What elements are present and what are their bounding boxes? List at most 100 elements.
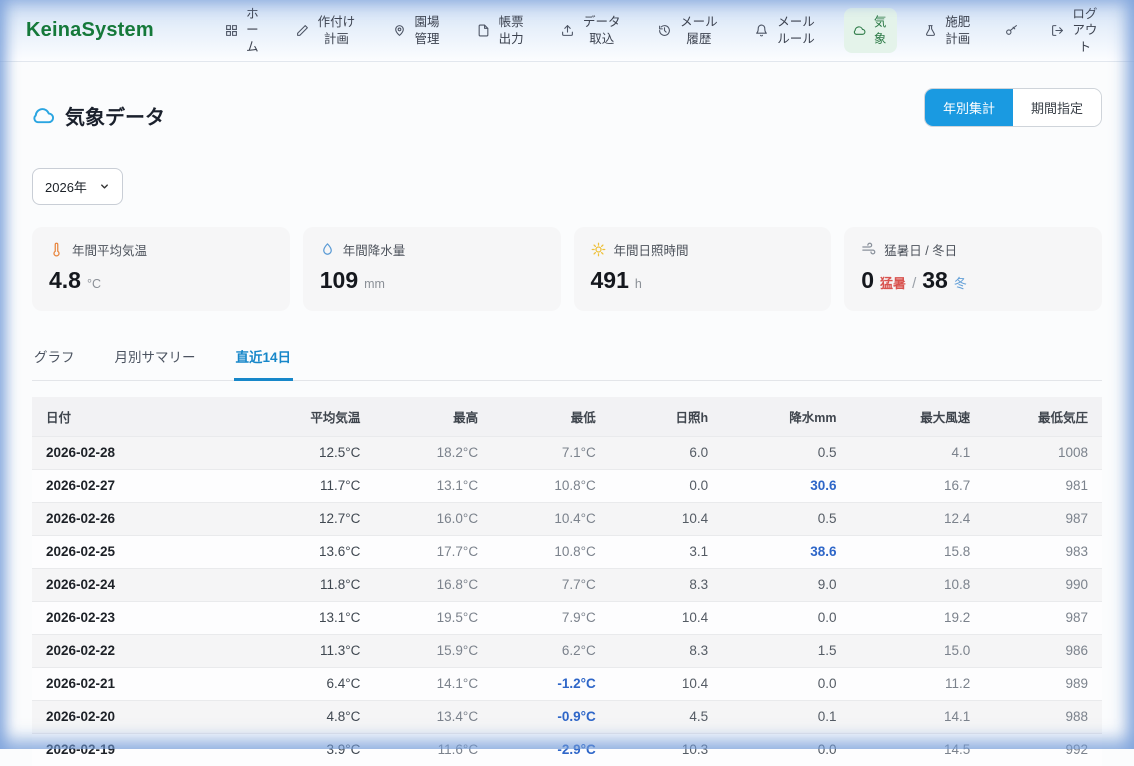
min-temp-cell: 10.8°C <box>492 469 610 502</box>
table-row: 2026-02-22 11.3°C 15.9°C 6.2°C 8.3 1.5 1… <box>32 634 1102 667</box>
avg-temp-cell: 3.9°C <box>246 733 374 766</box>
table-row: 2026-02-23 13.1°C 19.5°C 7.9°C 10.4 0.0 … <box>32 601 1102 634</box>
card-sunshine: 年間日照時間 491 h <box>574 227 832 311</box>
nav-item-planting-plan[interactable]: 作付け計画 <box>287 8 366 53</box>
year-select[interactable]: 2026年 <box>32 168 123 205</box>
precipitation-cell: 0.5 <box>722 436 850 469</box>
precipitation-cell: 38.6 <box>722 535 850 568</box>
card-label-text: 年間降水量 <box>343 240 406 259</box>
key-icon <box>1005 24 1018 37</box>
min-pressure-cell: 981 <box>984 469 1102 502</box>
table-row: 2026-02-24 11.8°C 16.8°C 7.7°C 8.3 9.0 1… <box>32 568 1102 601</box>
logout-icon <box>1051 24 1064 37</box>
avg-temp-cell: 12.5°C <box>246 436 374 469</box>
max-wind-cell: 16.7 <box>851 469 985 502</box>
sunshine-cell: 8.3 <box>610 634 722 667</box>
min-temp-cell: -1.2°C <box>492 667 610 700</box>
min-temp-cell: 6.2°C <box>492 634 610 667</box>
tab-monthly-summary[interactable]: 月別サマリー <box>113 338 198 381</box>
nav-item-label: ホーム <box>245 6 260 55</box>
precipitation-cell: 0.0 <box>722 601 850 634</box>
card-value-unit: °C <box>87 277 101 291</box>
nav-item-home[interactable]: ホーム <box>216 0 269 61</box>
max-temp-cell: 19.5°C <box>374 601 492 634</box>
yearly-summary-button[interactable]: 年別集計 <box>925 89 1013 126</box>
nav-item-logout[interactable]: ログアウト <box>1042 0 1108 61</box>
brand-logo[interactable]: KeinaSystem <box>26 19 154 42</box>
nav-item-label: 作付け計画 <box>316 14 357 47</box>
period-select-button[interactable]: 期間指定 <box>1013 89 1101 126</box>
max-temp-cell: 16.0°C <box>374 502 492 535</box>
col-min-pressure: 最低気圧 <box>984 397 1102 437</box>
nav-item-mail-history[interactable]: メール履歴 <box>649 8 728 53</box>
table-row: 2026-02-21 6.4°C 14.1°C -1.2°C 10.4 0.0 … <box>32 667 1102 700</box>
min-pressure-cell: 989 <box>984 667 1102 700</box>
max-wind-cell: 14.1 <box>851 700 985 733</box>
card-precipitation: 年間降水量 109 mm <box>303 227 561 311</box>
card-value: 4.8 °C <box>49 267 273 294</box>
precipitation-cell: 0.1 <box>722 700 850 733</box>
date-cell: 2026-02-25 <box>32 535 246 568</box>
date-cell: 2026-02-19 <box>32 733 246 766</box>
nav-item-report-output[interactable]: 帳票出力 <box>468 8 534 53</box>
min-temp-cell: 10.4°C <box>492 502 610 535</box>
nav-item-field-management[interactable]: 園場管理 <box>384 8 450 53</box>
upload-icon <box>561 24 574 37</box>
sunshine-cell: 10.4 <box>610 667 722 700</box>
nav-item-data-import[interactable]: データ取込 <box>552 8 631 53</box>
card-extreme-days: 猛暑日 / 冬日 0 猛暑 / 38 冬 <box>844 227 1102 311</box>
tab-last-14-days[interactable]: 直近14日 <box>234 338 294 381</box>
precipitation-cell: 0.0 <box>722 667 850 700</box>
avg-temp-cell: 11.7°C <box>246 469 374 502</box>
table-row: 2026-02-27 11.7°C 13.1°C 10.8°C 0.0 30.6… <box>32 469 1102 502</box>
nav-item-label: ログアウト <box>1071 6 1099 55</box>
card-value-number: 109 <box>320 267 358 294</box>
chevron-down-icon <box>99 181 110 192</box>
droplet-icon <box>320 242 335 257</box>
avg-temp-cell: 6.4°C <box>246 667 374 700</box>
sunshine-cell: 8.3 <box>610 568 722 601</box>
card-value-unit: h <box>635 277 642 291</box>
col-sunshine: 日照h <box>610 397 722 437</box>
avg-temp-cell: 13.1°C <box>246 601 374 634</box>
main-nav: ホーム 作付け計画 園場管理 帳票出力 データ取込 <box>216 0 1108 61</box>
min-pressure-cell: 992 <box>984 733 1102 766</box>
grid-icon <box>225 24 238 37</box>
date-cell: 2026-02-22 <box>32 634 246 667</box>
thermometer-icon <box>49 242 64 257</box>
nav-item-weather[interactable]: 気象 <box>844 8 897 53</box>
sunshine-cell: 0.0 <box>610 469 722 502</box>
min-pressure-cell: 990 <box>984 568 1102 601</box>
max-wind-cell: 15.8 <box>851 535 985 568</box>
view-toggle: 年別集計 期間指定 <box>924 88 1102 127</box>
table-row: 2026-02-28 12.5°C 18.2°C 7.1°C 6.0 0.5 4… <box>32 436 1102 469</box>
history-icon <box>658 24 671 37</box>
key-button[interactable] <box>999 18 1024 43</box>
max-temp-cell: 13.4°C <box>374 700 492 733</box>
date-cell: 2026-02-21 <box>32 667 246 700</box>
nav-item-mail-rules[interactable]: メールルール <box>746 8 825 53</box>
wind-icon <box>861 242 876 257</box>
sunshine-cell: 10.3 <box>610 733 722 766</box>
col-max-temp: 最高 <box>374 397 492 437</box>
precipitation-cell: 30.6 <box>722 469 850 502</box>
year-select-value: 2026年 <box>45 177 87 196</box>
card-value-number: 491 <box>591 267 629 294</box>
max-temp-cell: 11.6°C <box>374 733 492 766</box>
avg-temp-cell: 4.8°C <box>246 700 374 733</box>
date-cell: 2026-02-26 <box>32 502 246 535</box>
nav-item-fertilization-plan[interactable]: 施肥計画 <box>915 8 981 53</box>
top-navbar: KeinaSystem ホーム 作付け計画 園場管理 帳票出力 <box>0 0 1134 62</box>
table-header: 日付 平均気温 最高 最低 日照h 降水mm 最大風速 最低気圧 <box>32 397 1102 437</box>
nav-item-label: メール履歴 <box>678 14 719 47</box>
card-label: 年間降水量 <box>320 240 544 259</box>
precipitation-cell: 0.0 <box>722 733 850 766</box>
max-wind-cell: 10.8 <box>851 568 985 601</box>
weather-table-body: 2026-02-28 12.5°C 18.2°C 7.1°C 6.0 0.5 4… <box>32 436 1102 766</box>
col-avg-temp: 平均気温 <box>246 397 374 437</box>
max-temp-cell: 13.1°C <box>374 469 492 502</box>
tab-graph[interactable]: グラフ <box>32 338 77 381</box>
date-cell: 2026-02-24 <box>32 568 246 601</box>
max-wind-cell: 14.5 <box>851 733 985 766</box>
separator: / <box>912 275 916 292</box>
